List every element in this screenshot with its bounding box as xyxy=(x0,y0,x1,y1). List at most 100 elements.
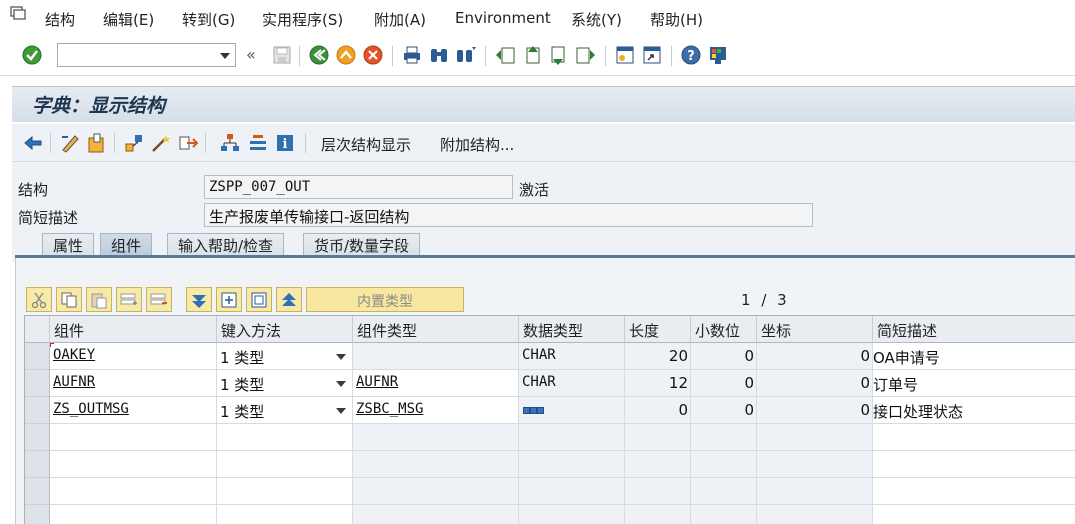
save-icon[interactable] xyxy=(271,44,293,66)
table-row-component-type[interactable]: AUFNR xyxy=(353,370,519,397)
delete-row-button[interactable] xyxy=(146,287,172,312)
collapse-all-button[interactable] xyxy=(276,287,302,312)
prev-page-icon[interactable] xyxy=(521,44,543,66)
menu-edit[interactable]: 编辑(E) xyxy=(103,9,154,30)
check-icon[interactable] xyxy=(21,44,43,66)
copy-row-button[interactable] xyxy=(56,287,82,312)
menu-help[interactable]: 帮助(H) xyxy=(650,9,703,30)
row-selector[interactable] xyxy=(25,370,50,397)
shortcut-icon[interactable] xyxy=(641,44,663,66)
find-icon[interactable] xyxy=(428,44,450,66)
chevron-down-icon[interactable] xyxy=(220,53,230,59)
hierarchy-display-button[interactable]: 层次结构显示 xyxy=(321,134,411,155)
where-used-icon[interactable] xyxy=(123,132,145,154)
row-selector[interactable] xyxy=(25,343,50,370)
select-all-corner[interactable] xyxy=(25,316,50,343)
typing-select[interactable]: 1 类型 xyxy=(217,343,353,370)
magic-wand-icon[interactable] xyxy=(150,132,172,154)
paste-row-button[interactable] xyxy=(86,287,112,312)
list-indent-icon[interactable] xyxy=(247,132,269,154)
menu-system[interactable]: 系统(Y) xyxy=(571,9,622,30)
empty-cell[interactable] xyxy=(873,424,1075,451)
col-header-typing[interactable]: 键入方法 xyxy=(217,316,353,343)
typing-select[interactable]: 1 类型 xyxy=(217,397,353,424)
append-structure-button[interactable]: 附加结构... xyxy=(440,134,514,155)
row-selector[interactable] xyxy=(25,478,50,505)
table-row-component-type[interactable] xyxy=(353,343,519,370)
tab-attributes[interactable]: 属性 xyxy=(42,233,95,256)
table-row-component[interactable]: OAKEY xyxy=(50,343,217,370)
tab-components[interactable]: 组件 xyxy=(100,233,153,256)
empty-cell[interactable] xyxy=(217,505,353,524)
menu-structure[interactable]: 结构 xyxy=(45,9,75,30)
empty-cell[interactable] xyxy=(50,424,217,451)
menu-environment[interactable]: Environment xyxy=(455,9,551,27)
row-selector[interactable] xyxy=(25,451,50,478)
structure-field[interactable]: ZSPP_007_OUT xyxy=(204,175,513,199)
exit-icon[interactable] xyxy=(335,44,357,66)
back-icon[interactable] xyxy=(308,44,330,66)
table-row-short-desc[interactable]: OA申请号 xyxy=(873,343,1075,370)
row-selector[interactable] xyxy=(25,397,50,424)
first-page-icon[interactable] xyxy=(494,44,516,66)
col-header-component[interactable]: 组件 xyxy=(50,316,217,343)
command-input[interactable] xyxy=(58,44,208,66)
help-icon[interactable]: ? xyxy=(680,44,702,66)
tab-input-help[interactable]: 输入帮助/检查 xyxy=(167,233,285,256)
last-page-icon[interactable] xyxy=(575,44,597,66)
builtin-type-button[interactable]: 内置类型 xyxy=(306,287,464,312)
chevron-down-icon[interactable] xyxy=(336,408,346,414)
empty-cell[interactable] xyxy=(217,424,353,451)
customize-layout-icon[interactable] xyxy=(707,44,729,66)
cut-row-button[interactable] xyxy=(26,287,52,312)
empty-cell[interactable] xyxy=(873,451,1075,478)
next-page-icon[interactable] xyxy=(548,44,570,66)
empty-cell[interactable] xyxy=(873,505,1075,524)
collapse-icon[interactable]: « xyxy=(246,45,256,64)
select-block-button[interactable] xyxy=(216,287,242,312)
find-next-icon[interactable] xyxy=(455,44,477,66)
menu-utilities[interactable]: 实用程序(S) xyxy=(262,9,343,30)
col-header-component-type[interactable]: 组件类型 xyxy=(353,316,519,343)
row-selector[interactable] xyxy=(25,424,50,451)
col-header-data-type[interactable]: 数据类型 xyxy=(519,316,625,343)
command-field[interactable] xyxy=(57,43,236,67)
table-row-component[interactable]: ZS_OUTMSG xyxy=(50,397,217,424)
empty-cell[interactable] xyxy=(217,451,353,478)
menu-extras[interactable]: 附加(A) xyxy=(374,9,426,30)
menu-icon[interactable] xyxy=(10,5,28,21)
empty-cell[interactable] xyxy=(217,478,353,505)
info-icon[interactable]: i xyxy=(274,132,296,154)
empty-cell[interactable] xyxy=(50,451,217,478)
typing-select[interactable]: 1 类型 xyxy=(217,370,353,397)
empty-cell xyxy=(625,451,691,478)
table-row-short-desc[interactable]: 订单号 xyxy=(873,370,1075,397)
cancel-icon[interactable] xyxy=(362,44,384,66)
empty-cell[interactable] xyxy=(873,478,1075,505)
deselect-button[interactable] xyxy=(246,287,272,312)
navigate-object-icon[interactable] xyxy=(177,132,199,154)
chevron-down-icon[interactable] xyxy=(336,354,346,360)
other-object-icon[interactable] xyxy=(22,132,44,154)
table-row-short-desc[interactable]: 接口处理状态 xyxy=(873,397,1075,424)
table-row-component[interactable]: AUFNR xyxy=(50,370,217,397)
col-header-decimals[interactable]: 小数位 xyxy=(691,316,757,343)
print-icon[interactable] xyxy=(401,44,423,66)
display-change-icon[interactable] xyxy=(59,132,81,154)
empty-cell[interactable] xyxy=(50,505,217,524)
insert-row-button[interactable] xyxy=(116,287,142,312)
new-session-icon[interactable] xyxy=(614,44,636,66)
empty-cell[interactable] xyxy=(50,478,217,505)
col-header-short-desc[interactable]: 简短描述 xyxy=(873,316,1075,343)
col-header-length[interactable]: 长度 xyxy=(625,316,691,343)
hierarchy-icon[interactable] xyxy=(219,132,241,154)
col-header-coordinate[interactable]: 坐标 xyxy=(757,316,873,343)
select-all-button[interactable] xyxy=(186,287,212,312)
tab-currency-quantity[interactable]: 货币/数量字段 xyxy=(303,233,421,256)
table-row-component-type[interactable]: ZSBC_MSG xyxy=(353,397,519,424)
row-selector[interactable] xyxy=(25,505,50,524)
active-inactive-icon[interactable] xyxy=(86,132,108,154)
short-desc-field[interactable]: 生产报废单传输接口-返回结构 xyxy=(204,203,813,227)
menu-goto[interactable]: 转到(G) xyxy=(182,9,235,30)
chevron-down-icon[interactable] xyxy=(336,381,346,387)
